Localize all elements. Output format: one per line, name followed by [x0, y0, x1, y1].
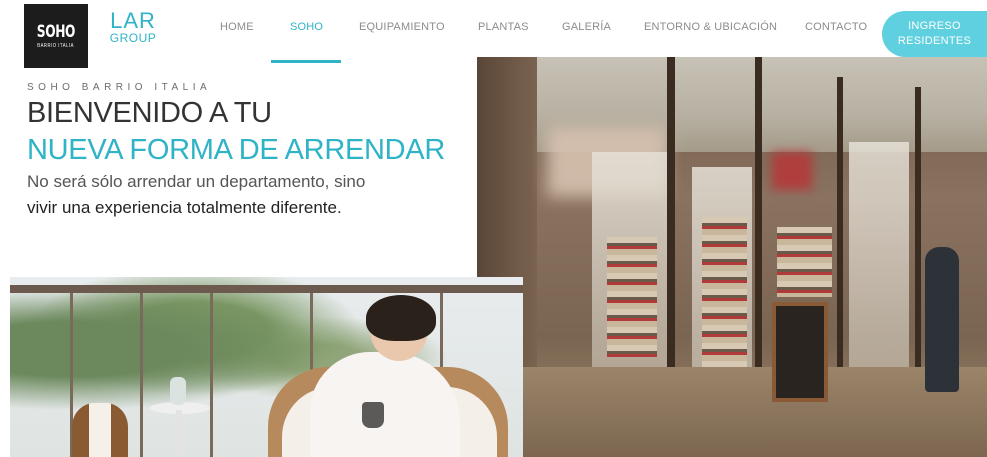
ingreso-residentes-button[interactable]: INGRESO RESIDENTES	[882, 11, 987, 57]
nav-item-entorno-ubicacion[interactable]: ENTORNO & UBICACIÓN	[644, 21, 777, 33]
ingreso-residentes-line2: RESIDENTES	[897, 35, 972, 47]
chalkboard-sign	[772, 302, 828, 402]
active-nav-indicator	[271, 60, 341, 63]
store-gallery-photo	[477, 57, 987, 457]
nav-item-equipamiento[interactable]: EQUIPAMIENTO	[359, 21, 445, 33]
hero-description-line1: No será sólo arrendar un departamento, s…	[27, 172, 366, 191]
nav-item-home[interactable]: HOME	[220, 21, 254, 33]
nav-item-contacto[interactable]: CONTACTO	[805, 21, 867, 33]
soho-logo[interactable]: SOHO BARRIO ITALIA	[24, 4, 88, 68]
hero-title-line1: BIENVENIDO A TU	[27, 97, 272, 129]
nav-item-plantas[interactable]: PLANTAS	[478, 21, 529, 33]
nav-item-soho[interactable]: SOHO	[290, 21, 323, 33]
lar-group-logo[interactable]: LAR GROUP	[108, 8, 158, 45]
ingreso-residentes-line1: INGRESO	[908, 20, 961, 32]
balcony-lifestyle-photo	[10, 277, 523, 457]
site-header: SOHO BARRIO ITALIA LAR GROUP HOME SOHO E…	[0, 0, 987, 68]
nav-item-galeria[interactable]: GALERÍA	[562, 21, 611, 33]
hero-text-block: SOHO BARRIO ITALIA BIENVENIDO A TU NUEVA…	[27, 82, 477, 218]
hero-title-line2: NUEVA FORMA DE ARRENDAR	[27, 134, 445, 166]
hero-description-line2: vivir una experiencia totalmente diferen…	[27, 198, 342, 217]
hero-eyebrow: SOHO BARRIO ITALIA	[27, 82, 212, 93]
soho-logo-text: SOHO	[36, 21, 76, 42]
soho-logo-subtext: BARRIO ITALIA	[37, 42, 75, 49]
lar-logo-subtext: GROUP	[109, 31, 157, 45]
lar-logo-text: LAR	[110, 8, 156, 33]
